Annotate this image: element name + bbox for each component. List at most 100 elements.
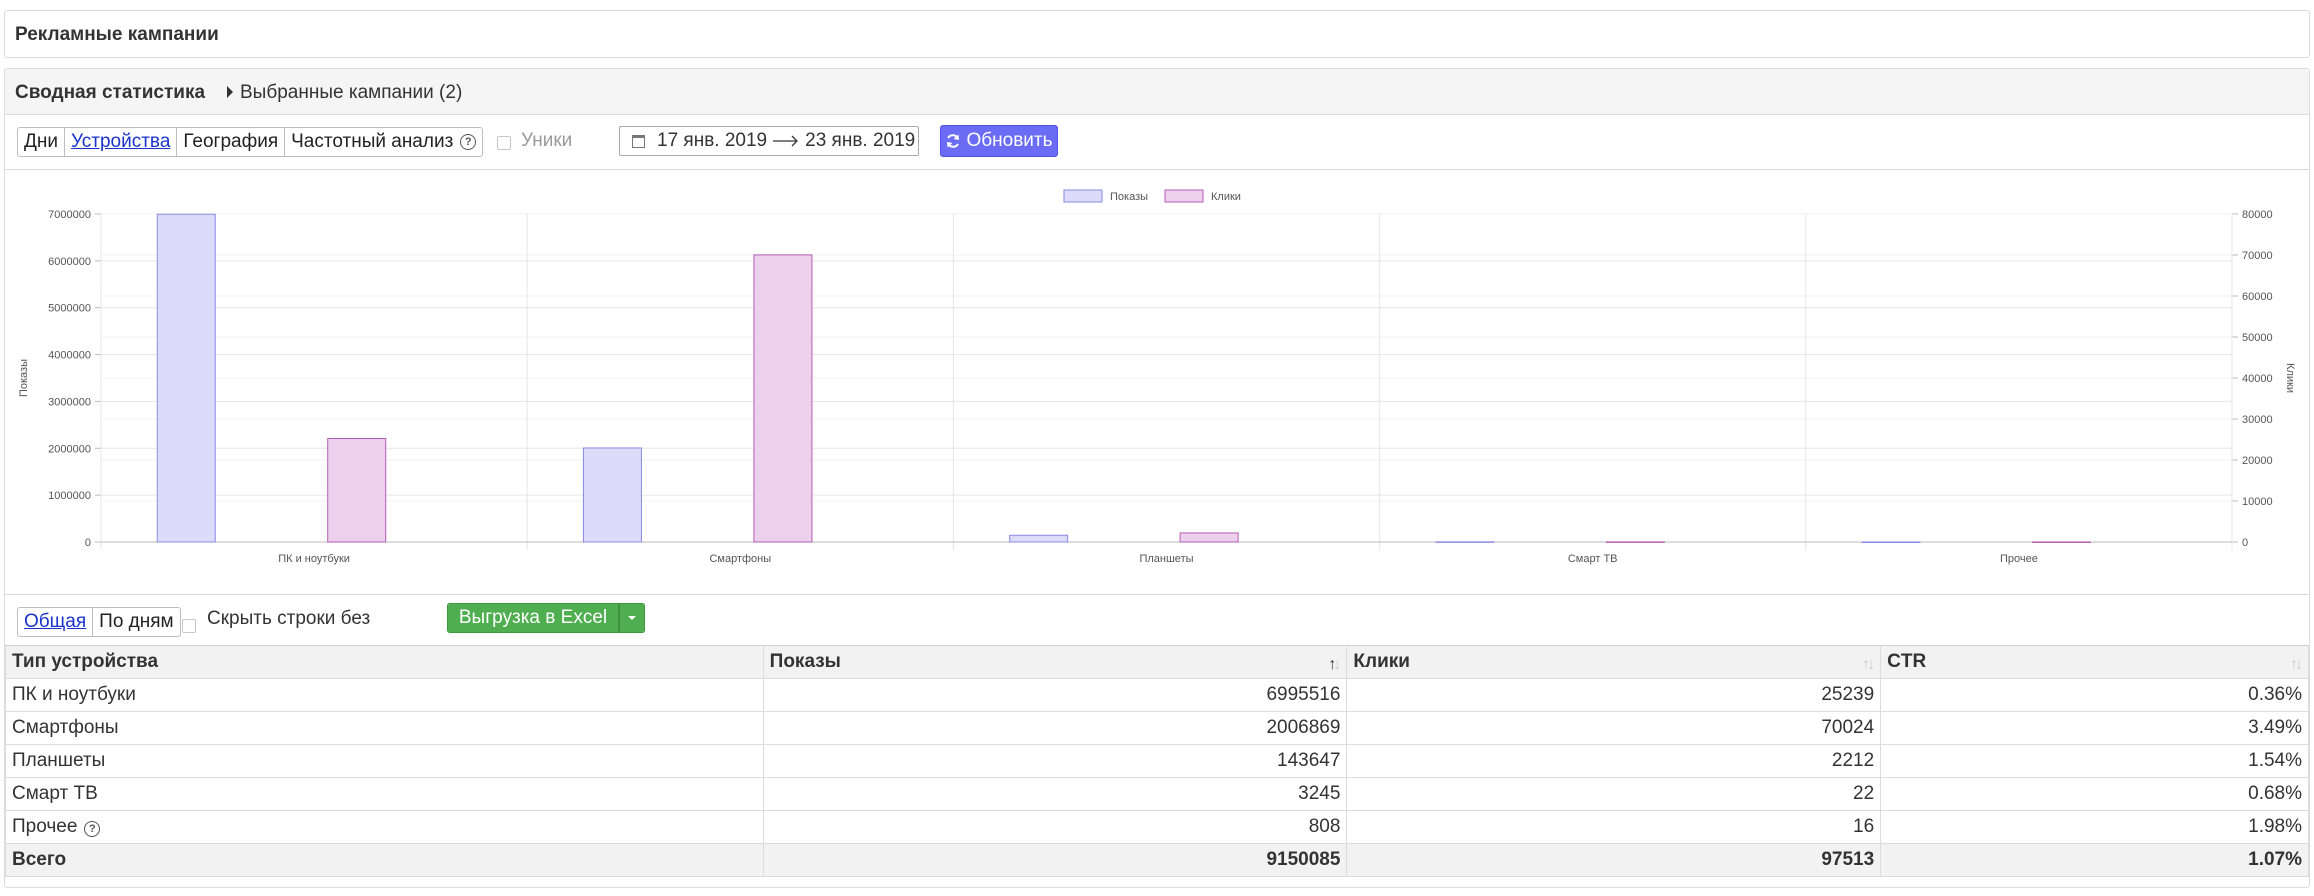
stats-title: Сводная статистика [15,82,206,103]
bar-clicks [1179,532,1239,543]
cell-ctr: 3.49% [1880,711,2309,745]
chart-area: 0 1000000 2000000 3000000 4000000 5000000 6000… [5,169,2309,595]
cell-ctr: 1.54% [1880,744,2309,778]
header-device-type[interactable]: Тип устройства [5,645,764,679]
bar-impressions [1009,534,1069,543]
cell-ctr: 1.98% [1880,810,2309,844]
y2-tick-label: 60000 [2242,291,2273,303]
caret-down-icon [628,616,636,620]
y2-tick-label: 10000 [2242,496,2273,508]
cell-clicks: 2212 [1346,744,1882,778]
header-ctr[interactable]: CTR ↑↓ [1880,645,2309,679]
cell-clicks: 25239 [1346,678,1882,712]
refresh-icon [947,134,960,148]
y-axis-title: Показы [18,359,30,397]
header-impressions[interactable]: Показы ↑↓ [762,645,1348,679]
header-clicks[interactable]: Клики ↑↓ [1346,645,1882,679]
cell-device: Смарт ТВ [5,777,764,811]
tab-geography[interactable]: География [177,128,286,156]
cell-clicks: 22 [1346,777,1882,811]
uniques-checkbox[interactable] [497,136,511,150]
y2-tick-label: 30000 [2242,414,2273,426]
tab-geography-label: География [183,131,279,152]
legend-swatch-impressions [1063,189,1103,203]
bar-clicks [327,438,387,543]
total-label: Всего [5,843,764,877]
uniques-label: Уники [521,130,573,151]
arrow-right-icon [773,135,799,147]
tab-frequency-label: Частотный анализ [291,131,454,152]
y-tick-label: 7000000 [48,209,91,221]
y2-tick-label: 0 [2242,537,2248,549]
caret-right-icon[interactable] [227,86,233,98]
y-tick-label: 4000000 [48,350,91,362]
stats-toolbar: Дни Устройства География Частотный анали… [5,115,2309,169]
hide-empty-rows-label: Скрыть строки без статистики [207,608,371,637]
table-row: Смартфоны 2006869 70024 3.49% [5,711,2309,745]
cell-clicks: 70024 [1346,711,1882,745]
legend-swatch-clicks [1164,189,1204,203]
cell-impressions: 808 [762,810,1348,844]
total-impressions: 9150085 [762,843,1348,877]
selected-campaigns-toggle[interactable]: Выбранные кампании (2) [240,82,462,104]
help-circle-icon[interactable]: ? [460,134,477,150]
cell-ctr: 0.68% [1880,777,2309,811]
tab-general[interactable]: Общая [18,608,94,636]
export-excel-button[interactable]: Выгрузка в Excel [447,603,619,633]
tab-frequency[interactable]: Частотный анализ ? [285,128,482,156]
tab-days[interactable]: Дни [18,128,65,156]
table-row: ПК и ноутбуки 6995516 25239 0.36% [5,678,2309,712]
view-tabs: Дни Устройства География Частотный анали… [17,127,484,157]
cell-impressions: 143647 [762,744,1348,778]
sort-icon[interactable]: ↑↓ [1862,656,1875,674]
total-clicks: 97513 [1346,843,1882,877]
header-clicks-label: Клики [1353,651,1410,672]
total-ctr: 1.07% [1880,843,2309,877]
device-stats-table: Тип устройства Показы ↑↓ Клики ↑↓ CTR ↑↓ ПК… [5,645,2309,877]
cell-impressions: 2006869 [762,711,1348,745]
y-tick-label: 1000000 [48,490,91,502]
table-total-row: Всего 9150085 97513 1.07% [5,843,2309,877]
cell-device: Планшеты [5,744,764,778]
bar-impressions [156,213,216,543]
y2-tick-label: 50000 [2242,332,2273,344]
y2-axis-title: Клики [2284,363,2296,393]
table-row: Прочее? 808 16 1.98% [5,810,2309,844]
stats-panel: Сводная статистика Выбранные кампании (2… [4,68,2310,888]
hide-empty-rows-checkbox[interactable] [182,619,196,633]
y-tick-label: 2000000 [48,443,91,455]
cell-impressions: 3245 [762,777,1348,811]
bar-clicks [753,254,813,543]
bar-clicks [2032,541,2092,543]
bar-impressions [1861,541,1921,543]
export-excel-group: Выгрузка в Excel [447,603,645,633]
tab-by-days[interactable]: По дням [93,608,179,636]
date-range-picker[interactable]: 17 янв. 2019 23 янв. 2019 [619,126,919,156]
x-tick-label: Прочее [2000,553,2038,565]
bar-impressions [582,447,642,543]
export-options-button[interactable] [619,603,645,633]
table-row: Смарт ТВ 3245 22 0.68% [5,777,2309,811]
y-tick-label: 5000000 [48,303,91,315]
table-header-row: Тип устройства Показы ↑↓ Клики ↑↓ CTR ↑↓ [5,645,2309,679]
header-ctr-label: CTR [1887,651,1927,672]
date-from: 17 янв. 2019 [657,130,768,151]
refresh-button[interactable]: Обновить [940,125,1058,157]
y-tick-label: 3000000 [48,396,91,408]
stats-header: Сводная статистика Выбранные кампании (2… [5,69,2309,115]
calendar-icon [632,134,645,148]
tab-devices[interactable]: Устройства [65,128,178,156]
help-circle-icon[interactable]: ? [84,821,101,837]
sort-icon[interactable]: ↑↓ [2290,656,2303,674]
cell-device: ПК и ноутбуки [5,678,764,712]
x-tick-label: Смартфоны [709,553,771,565]
device-bar-chart: 0 1000000 2000000 3000000 4000000 5000000 6000… [18,189,2296,565]
x-tick-label: ПК и ноутбуки [278,553,350,565]
cell-device: Прочее? [5,810,764,844]
y2-tick-label: 20000 [2242,455,2273,467]
y-tick-label: 6000000 [48,256,91,268]
sort-asc-icon[interactable]: ↑↓ [1328,656,1341,674]
page-title: Рекламные кампании [15,24,219,45]
legend-label-clicks: Клики [1211,191,1241,203]
tab-general-label: Общая [24,611,87,632]
